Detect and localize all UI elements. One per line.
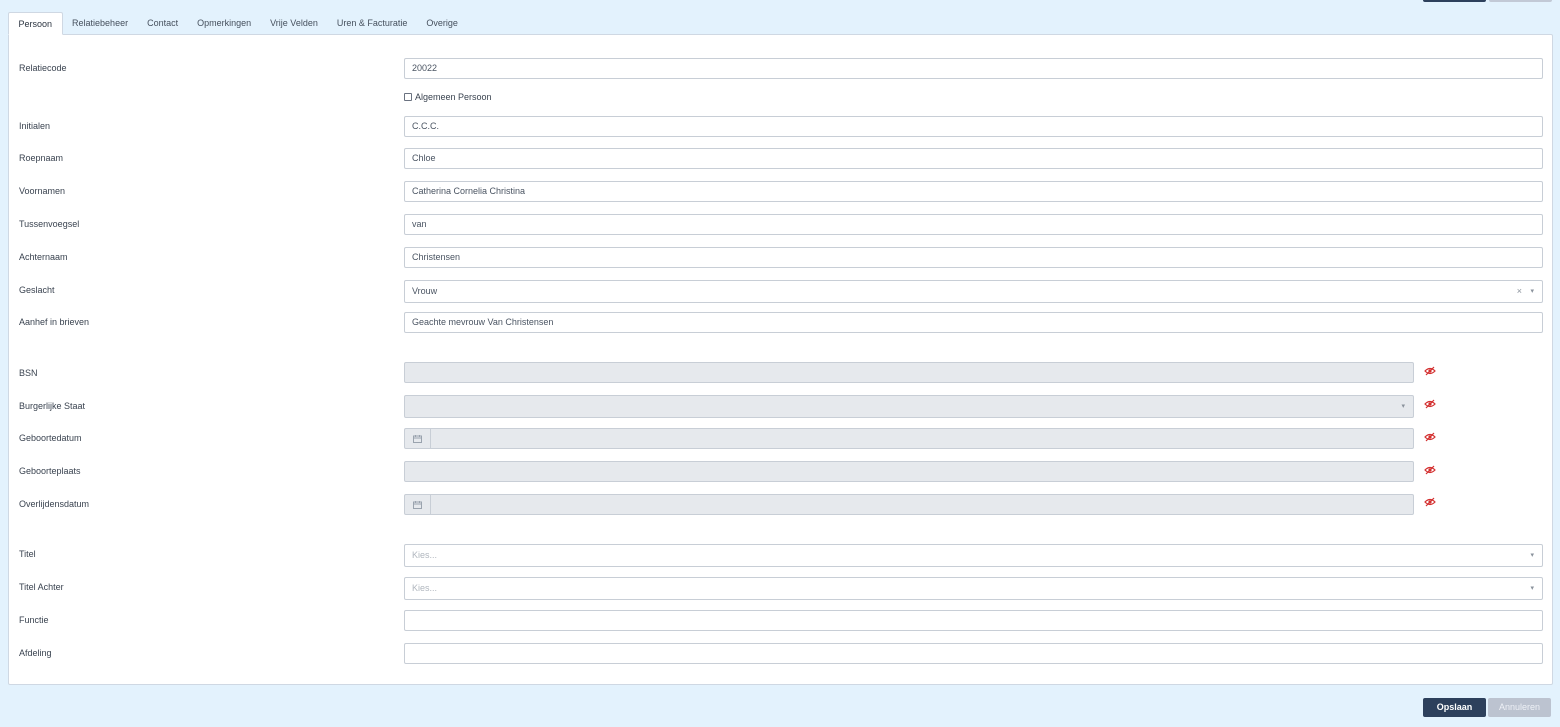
- achternaam-field[interactable]: Christensen: [404, 247, 1543, 268]
- tab-persoon[interactable]: Persoon: [8, 12, 63, 35]
- burgerlijke-staat-select[interactable]: ▾: [404, 395, 1414, 418]
- top-cancel-button[interactable]: [1489, 0, 1552, 2]
- bsn-label: BSN: [19, 368, 38, 378]
- geslacht-value: Vrouw: [412, 286, 438, 296]
- functie-label: Functie: [19, 615, 49, 625]
- functie-field[interactable]: [404, 610, 1543, 631]
- tab-vrije-velden[interactable]: Vrije Velden: [261, 12, 328, 35]
- clear-icon[interactable]: ×: [1517, 281, 1522, 302]
- titel-achter-label: Titel Achter: [19, 582, 64, 592]
- save-button[interactable]: Opslaan: [1423, 698, 1486, 717]
- relatiecode-label: Relatiecode: [19, 63, 67, 73]
- tussenvoegsel-label: Tussenvoegsel: [19, 219, 80, 229]
- geboorteplaats-label: Geboorteplaats: [19, 466, 81, 476]
- afdeling-label: Afdeling: [19, 648, 52, 658]
- tab-contact[interactable]: Contact: [138, 12, 188, 35]
- chevron-down-icon[interactable]: ▾: [1401, 396, 1405, 417]
- roepnaam-field[interactable]: Chloe: [404, 148, 1543, 169]
- geboortedatum-field[interactable]: [404, 428, 1414, 449]
- titel-achter-select[interactable]: Kies... ▾: [404, 577, 1543, 600]
- voornamen-field[interactable]: Catherina Cornelia Christina: [404, 181, 1543, 202]
- cancel-button[interactable]: Annuleren: [1488, 698, 1551, 717]
- bsn-field[interactable]: [404, 362, 1414, 383]
- titel-achter-placeholder: Kies...: [412, 583, 438, 593]
- initialen-label: Initialen: [19, 121, 51, 131]
- aanhef-field[interactable]: Geachte mevrouw Van Christensen: [404, 312, 1543, 333]
- initialen-field[interactable]: C.C.C.: [404, 116, 1543, 137]
- geslacht-label: Geslacht: [19, 285, 55, 295]
- titel-select[interactable]: Kies... ▾: [404, 544, 1543, 567]
- tussenvoegsel-field[interactable]: van: [404, 214, 1543, 235]
- eye-off-icon[interactable]: [1424, 399, 1436, 409]
- geboorteplaats-field[interactable]: [404, 461, 1414, 482]
- algemeen-persoon-checkbox[interactable]: [404, 93, 412, 101]
- chevron-down-icon[interactable]: ▾: [1530, 578, 1534, 599]
- roepnaam-label: Roepnaam: [19, 153, 64, 163]
- eye-off-icon[interactable]: [1424, 432, 1436, 442]
- voornamen-label: Voornamen: [19, 186, 66, 196]
- calendar-icon[interactable]: [405, 495, 431, 514]
- top-save-button[interactable]: [1423, 0, 1486, 2]
- titel-label: Titel: [19, 549, 36, 559]
- relatiecode-field[interactable]: 20022: [404, 58, 1543, 79]
- tab-overige[interactable]: Overige: [417, 12, 468, 35]
- chevron-down-icon[interactable]: ▾: [1530, 545, 1534, 566]
- calendar-icon[interactable]: [405, 429, 431, 448]
- aanhef-label: Aanhef in brieven: [19, 317, 90, 327]
- tab-uren-facturatie[interactable]: Uren & Facturatie: [327, 12, 417, 35]
- tab-opmerkingen[interactable]: Opmerkingen: [188, 12, 261, 35]
- eye-off-icon[interactable]: [1424, 465, 1436, 475]
- overlijdensdatum-label: Overlijdensdatum: [19, 499, 90, 509]
- titel-placeholder: Kies...: [412, 550, 438, 560]
- eye-off-icon[interactable]: [1424, 366, 1436, 376]
- overlijdensdatum-field[interactable]: [404, 494, 1414, 515]
- burgerlijke-staat-label: Burgerlijke Staat: [19, 401, 86, 411]
- persoon-form-panel: Relatiecode 20022 Algemeen Persoon Initi…: [8, 34, 1553, 685]
- tab-bar: Persoon Relatiebeheer Contact Opmerkinge…: [8, 12, 467, 35]
- geslacht-select[interactable]: Vrouw × ▾: [404, 280, 1543, 303]
- algemeen-persoon-label: Algemeen Persoon: [415, 92, 492, 102]
- achternaam-label: Achternaam: [19, 252, 68, 262]
- afdeling-field[interactable]: [404, 643, 1543, 664]
- tab-relatiebeheer[interactable]: Relatiebeheer: [63, 12, 138, 35]
- algemeen-persoon-row[interactable]: Algemeen Persoon: [404, 92, 492, 102]
- eye-off-icon[interactable]: [1424, 497, 1436, 507]
- chevron-down-icon[interactable]: ▾: [1530, 281, 1534, 302]
- geboortedatum-label: Geboortedatum: [19, 433, 82, 443]
